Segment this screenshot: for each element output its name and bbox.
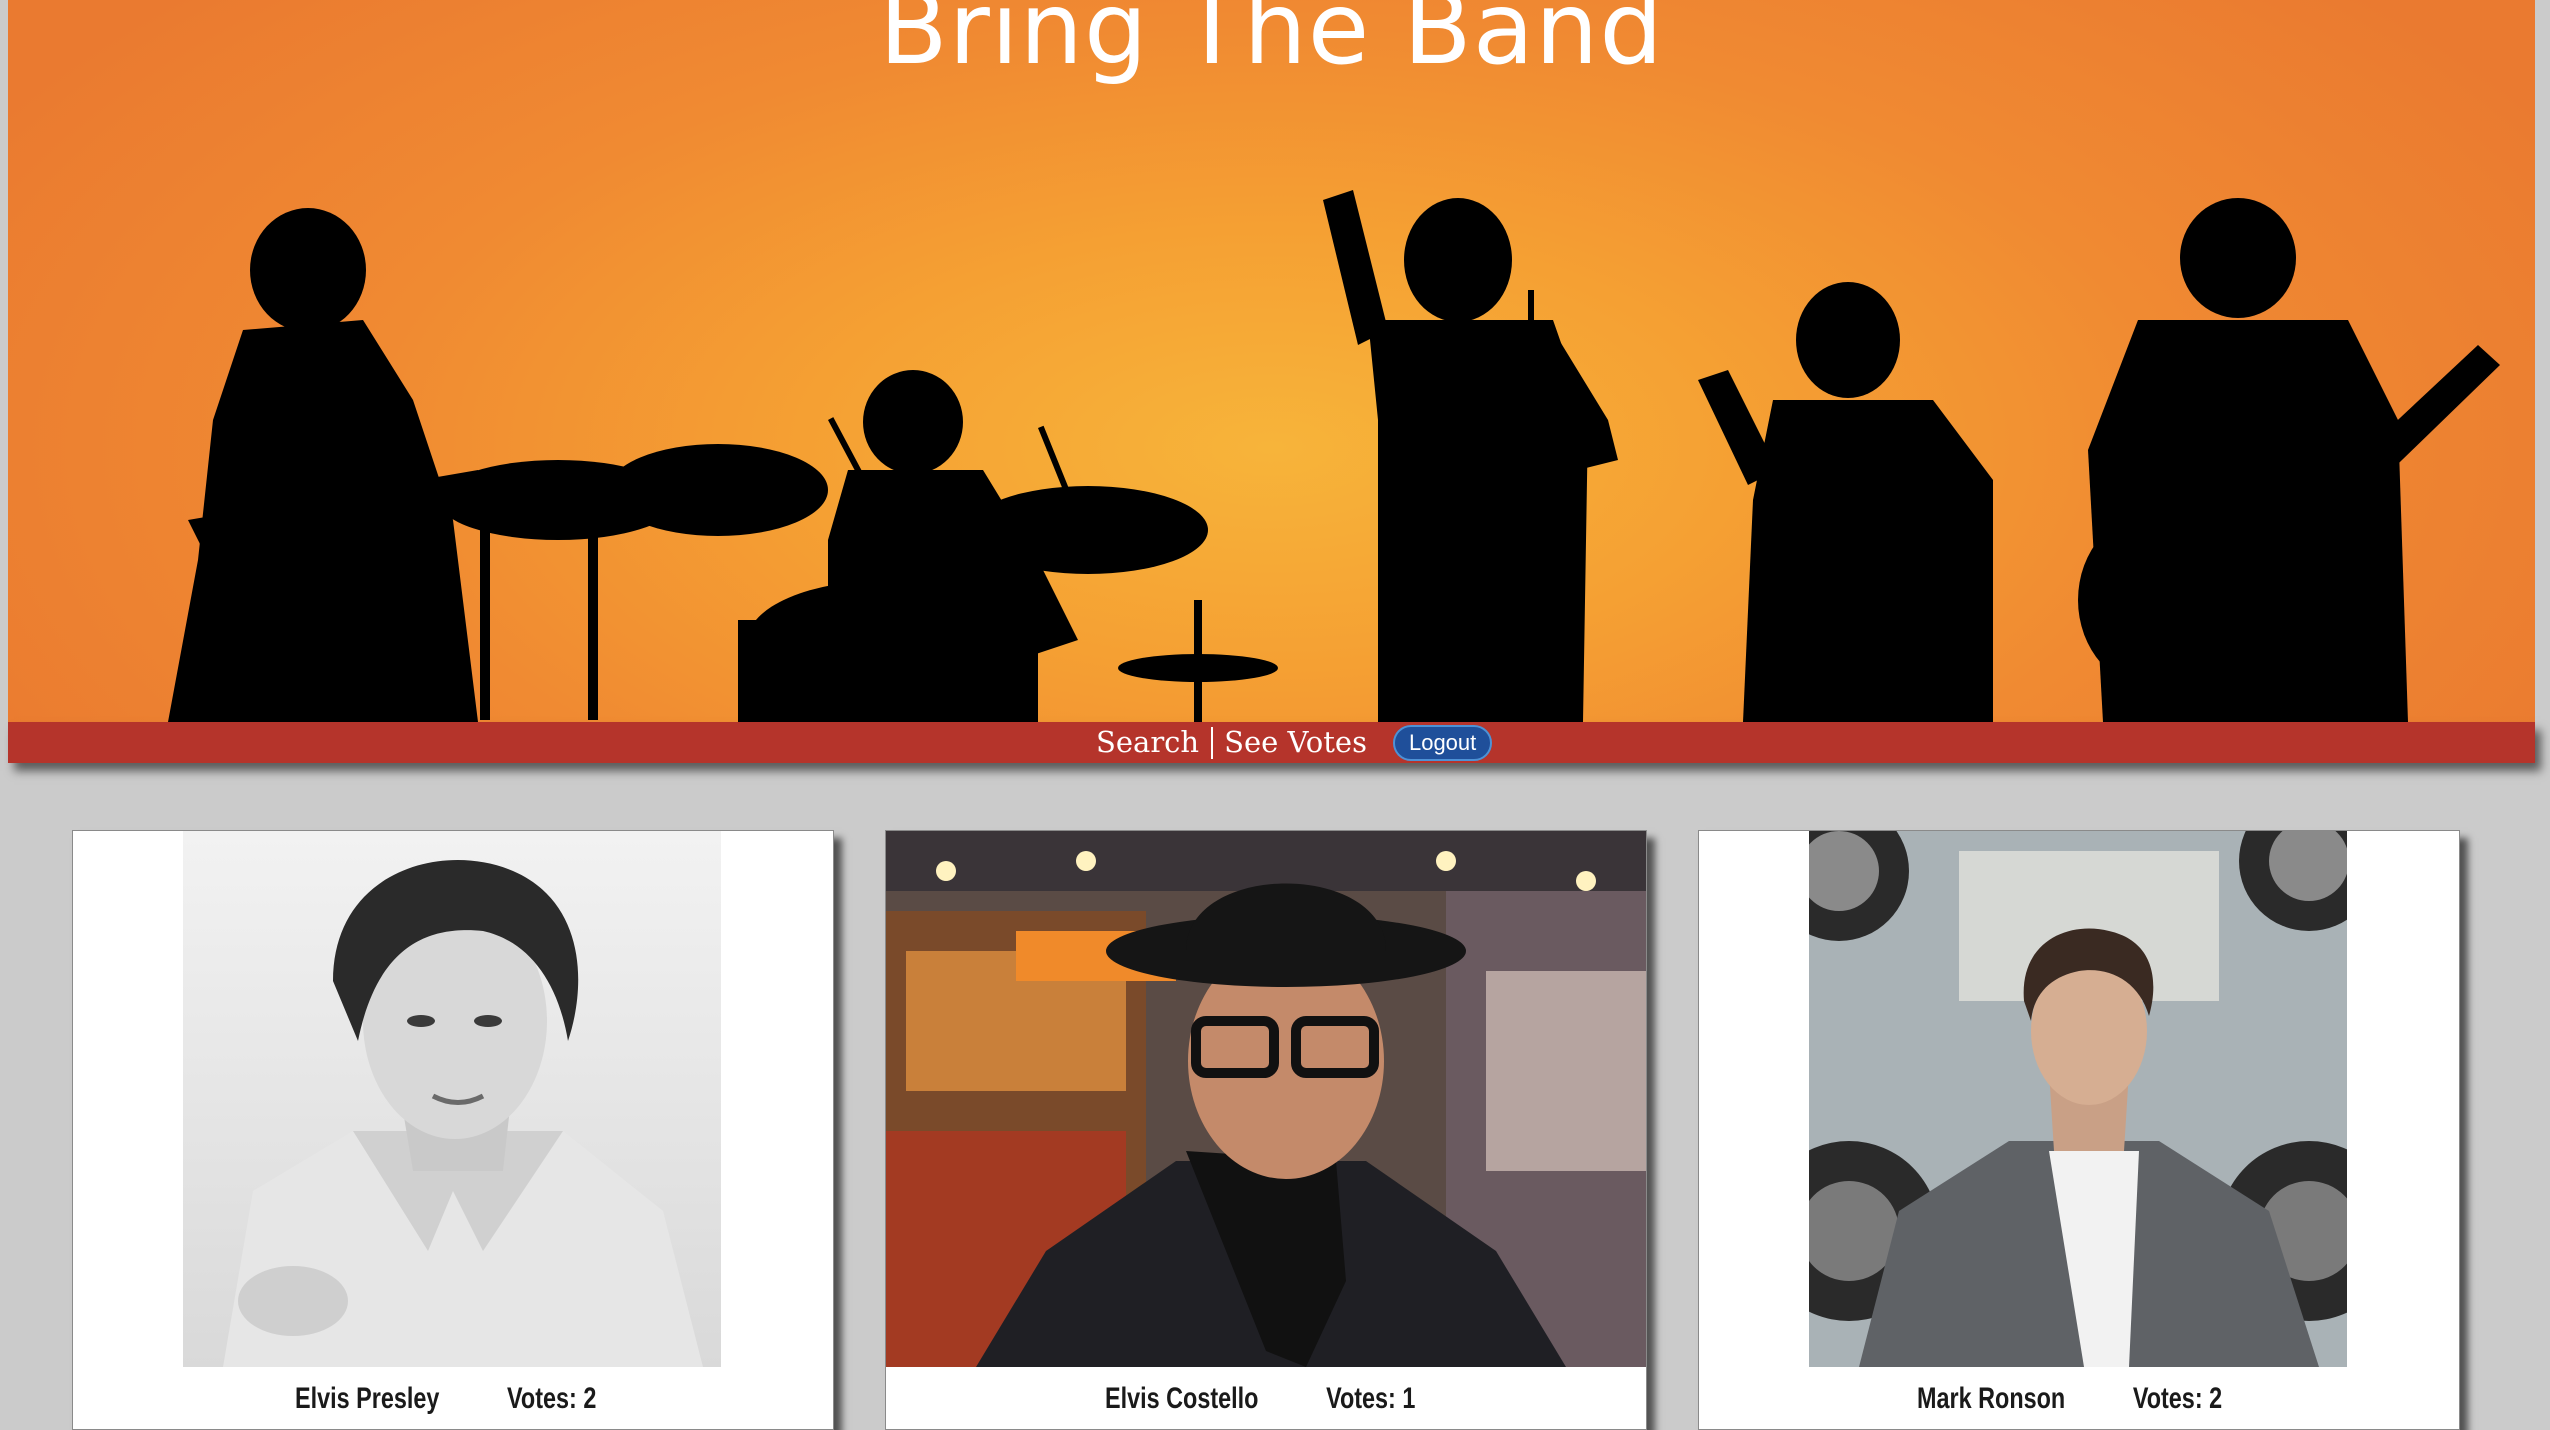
artist-card[interactable] [72,830,834,1430]
band-silhouette-image [168,190,2500,722]
artist-name: Elvis Presley [295,1382,440,1415]
artist-info: Mark Ronson Votes: 2 [1917,1382,2223,1415]
vote-count: Votes: 2 [507,1382,597,1415]
see-votes-link[interactable]: See Votes [1224,722,1367,763]
vote-count: Votes: 1 [1326,1382,1416,1415]
artist-name: Elvis Costello [1105,1382,1259,1415]
nav-bar: Search See Votes Logout [8,722,2535,763]
artist-card[interactable] [1698,830,2460,1430]
artist-photo [1809,831,2347,1367]
artist-info: Elvis Costello Votes: 1 [1105,1382,1416,1415]
site-title: Bring The Band [879,0,1664,87]
artist-card[interactable] [885,830,1647,1430]
artist-name: Mark Ronson [1917,1382,2066,1415]
search-link[interactable]: Search [1096,722,1199,763]
nav-links: Search See Votes Logout [1096,722,1493,763]
logout-button[interactable]: Logout [1392,724,1493,761]
artist-photo [886,831,1646,1367]
hero-banner: Bring The Band [8,0,2535,722]
vote-count: Votes: 2 [2132,1382,2223,1415]
nav-divider [1211,726,1214,759]
artist-photo [183,831,721,1367]
artist-info: Elvis Presley Votes: 2 [295,1382,597,1415]
